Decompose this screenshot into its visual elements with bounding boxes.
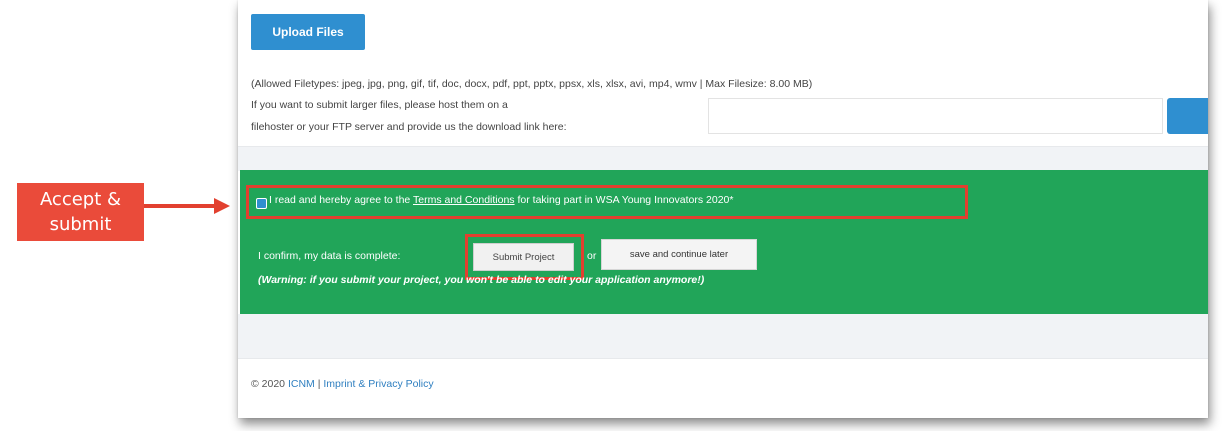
larger-files-text-line1: If you want to submit larger files, plea… [251,99,508,111]
terms-suffix: for taking part in WSA Young Innovators … [514,194,734,206]
terms-link[interactable]: Terms and Conditions [413,194,515,206]
callout-arrow-line [144,204,216,208]
allowed-filetypes-text: (Allowed Filetypes: jpeg, jpg, png, gif,… [251,78,813,90]
download-link-input[interactable] [708,98,1163,134]
upload-files-button[interactable]: Upload Files [251,14,365,50]
submission-panel: I read and hereby agree to the Terms and… [240,170,1208,314]
section-divider [238,146,1208,171]
download-link-button[interactable] [1167,98,1208,134]
org-link[interactable]: ICNM [288,378,315,390]
copyright-text: © 2020 [251,378,286,390]
larger-files-text-line2: filehoster or your FTP server and provid… [251,121,567,133]
callout-line2: submit [49,214,112,235]
footer: © 2020 ICNM | Imprint & Privacy Policy [251,378,434,390]
form-screenshot: Upload Files (Allowed Filetypes: jpeg, j… [238,0,1208,418]
terms-agreement-text: I read and hereby agree to the Terms and… [269,194,733,206]
save-continue-later-button[interactable]: save and continue later [601,239,757,270]
terms-prefix: I read and hereby agree to the [269,194,413,206]
warning-text: (Warning: if you submit your project, yo… [258,274,705,286]
callout-arrow-head-icon [214,198,230,214]
accept-submit-callout: Accept & submit [17,183,144,241]
submit-project-button[interactable]: Submit Project [473,243,574,271]
callout-line1: Accept & [39,189,122,210]
or-label: or [587,250,597,262]
section-divider-bottom [238,314,1208,359]
privacy-policy-link[interactable]: Imprint & Privacy Policy [323,378,433,390]
terms-checkbox[interactable] [256,198,267,209]
confirm-label: I confirm, my data is complete: [258,250,401,262]
